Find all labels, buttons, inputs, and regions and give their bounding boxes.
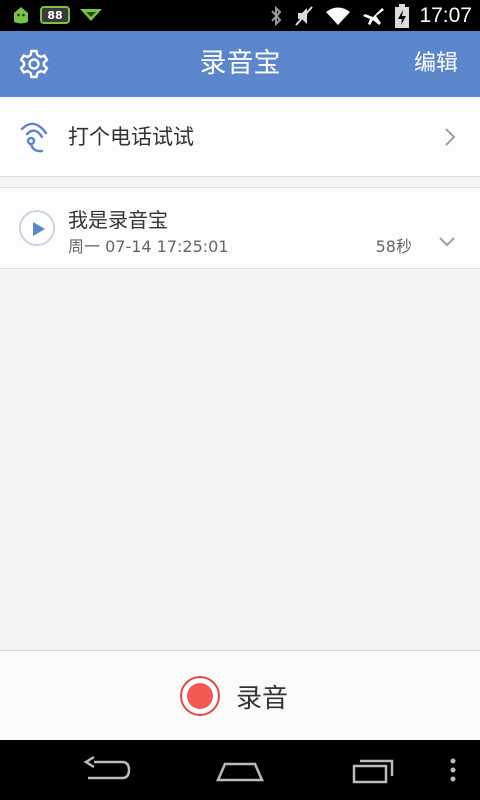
page-title: 录音宝 [199,48,281,79]
system-nav-bar [0,740,480,800]
play-icon [33,222,45,236]
try-call-row[interactable]: 打个电话试试 [0,97,480,177]
recording-title: 我是录音宝 [68,208,168,232]
home-icon[interactable] [215,754,265,786]
record-button[interactable]: 录音 [180,676,288,716]
mute-icon [293,5,315,27]
bluetooth-icon [269,5,283,27]
bottom-record-bar: 录音 [0,650,480,740]
play-button[interactable] [19,210,55,246]
record-icon [180,676,220,716]
gear-icon [19,49,49,79]
app-header: 录音宝 编辑 [0,31,480,97]
try-call-label: 打个电话试试 [68,125,194,149]
wifi-icon [325,6,351,26]
recording-list-item[interactable]: 我是录音宝 周一 07-14 17:25:01 58秒 [0,187,480,269]
status-bar-notifications: 88 [10,4,104,26]
back-icon[interactable] [82,754,132,786]
android-icon [10,4,32,26]
recording-date: 周一 07-14 17:25:01 [68,237,229,256]
chevron-right-icon [445,128,456,146]
airplane-icon [361,5,385,27]
menu-icon[interactable] [448,754,458,786]
battery-charging-icon [395,3,410,28]
phone-wave-icon [20,122,48,153]
record-label: 录音 [236,683,289,714]
recent-apps-icon[interactable] [350,754,398,786]
battery-badge-text: 88 [47,8,63,22]
status-bar-system: 17:07 [269,0,472,31]
chevron-down-icon[interactable] [438,236,456,248]
recording-duration: 58秒 [375,237,412,256]
download-icon [78,6,104,24]
settings-button[interactable] [18,48,50,80]
battery-badge-icon: 88 [40,6,70,24]
edit-button[interactable]: 编辑 [414,31,458,97]
status-bar: 88 17:07 [0,0,480,31]
status-bar-time: 17:07 [419,3,472,27]
